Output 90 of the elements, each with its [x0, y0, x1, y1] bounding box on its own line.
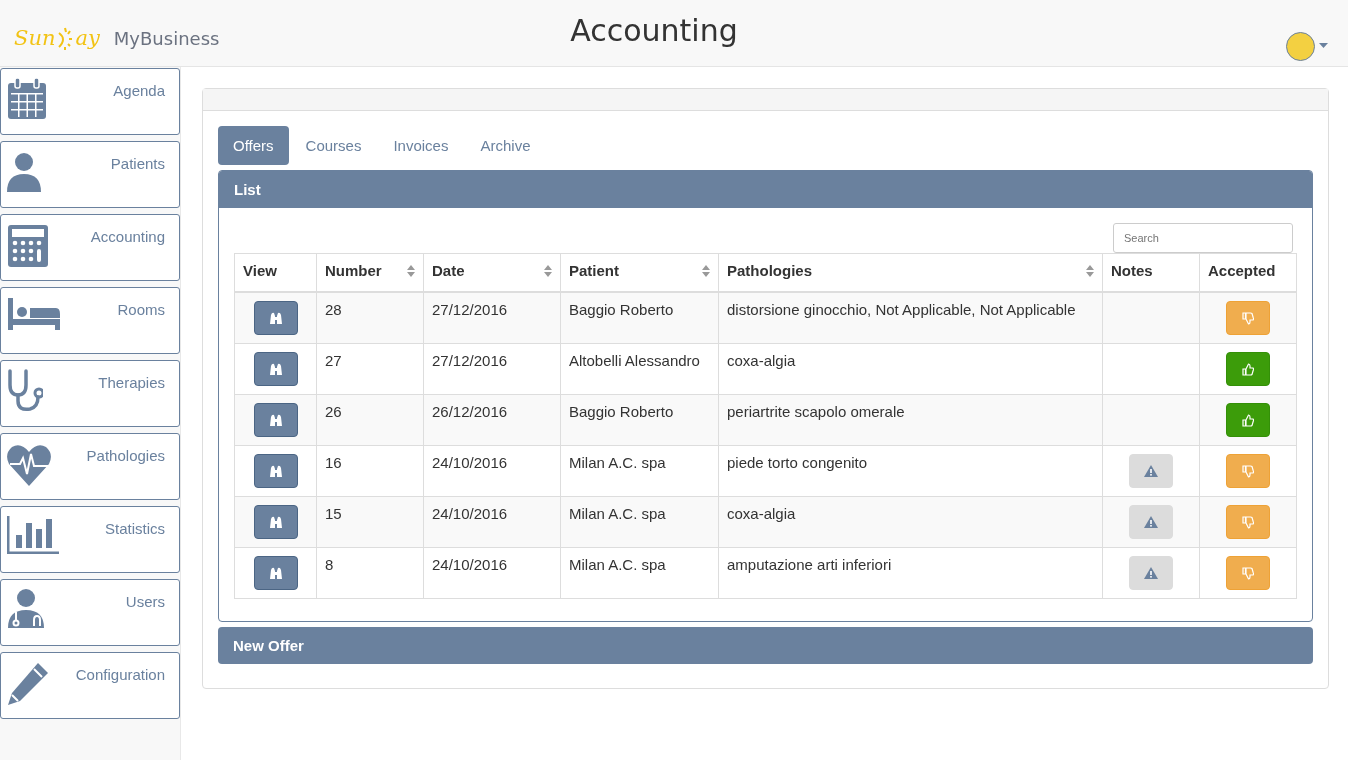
accept-button[interactable]: [1226, 352, 1270, 386]
tab[interactable]: Archive: [465, 126, 546, 165]
sidebar-item[interactable]: Accounting: [0, 214, 180, 281]
table-cell: Altobelli Alessandro: [560, 343, 719, 395]
sidebar-item[interactable]: Configuration: [0, 652, 180, 719]
table-cell: 27/12/2016: [423, 292, 561, 344]
table-cell: 8: [316, 547, 424, 599]
search-field[interactable]: Search: [1113, 223, 1293, 253]
new-offer-header[interactable]: New Offer: [218, 627, 1313, 664]
binoculars-icon: [268, 414, 283, 426]
logo-text: ay: [75, 26, 100, 50]
sidebar-item[interactable]: Statistics: [0, 506, 180, 573]
table-cell: 15: [316, 496, 424, 548]
page-title: Accounting: [570, 12, 738, 48]
binoculars-icon: [268, 312, 283, 324]
warning-icon: [1144, 516, 1158, 528]
view-button[interactable]: [253, 403, 298, 437]
table-cell: Milan A.C. spa: [560, 445, 719, 497]
sort-icon: [702, 265, 710, 277]
table-cell: 27: [316, 343, 424, 395]
notes-button[interactable]: [1129, 505, 1173, 539]
user-avatar[interactable]: [1286, 31, 1315, 61]
table-cell: periartrite scapolo omerale: [718, 394, 1103, 446]
table-cell: Baggio Roberto: [560, 292, 719, 344]
heartbeat-icon: [6, 442, 52, 487]
sidebar-item[interactable]: Users: [0, 579, 180, 646]
panel-title: List: [219, 171, 1312, 208]
pencil-icon: [6, 661, 50, 707]
notes-button[interactable]: [1129, 454, 1173, 488]
sort-icon: [544, 265, 552, 277]
doctor-icon: [6, 588, 46, 629]
table-cell: Milan A.C. spa: [560, 496, 719, 548]
notes-button[interactable]: [1129, 556, 1173, 590]
table-cell: coxa-algia: [718, 496, 1103, 548]
sun-icon: [56, 25, 75, 51]
calendar-icon: [6, 77, 48, 120]
binoculars-icon: [268, 465, 283, 477]
view-button[interactable]: [253, 505, 298, 539]
thumbs-down-icon: [1242, 464, 1254, 478]
table-cell: 27/12/2016: [423, 343, 561, 395]
view-button[interactable]: [253, 556, 298, 590]
warning-icon: [1144, 465, 1158, 477]
sidebar-item[interactable]: Patients: [0, 141, 180, 208]
binoculars-icon: [268, 567, 283, 579]
sidebar-item[interactable]: Agenda: [0, 68, 180, 135]
view-button[interactable]: [253, 454, 298, 488]
tab[interactable]: Invoices: [378, 126, 464, 165]
warning-icon: [1144, 567, 1158, 579]
table-cell: 26/12/2016: [423, 394, 561, 446]
accept-button[interactable]: [1226, 403, 1270, 437]
sort-icon: [407, 265, 415, 277]
table-cell: distorsione ginocchio, Not Applicable, Not Applicable: [718, 292, 1103, 344]
table-cell: 28: [316, 292, 424, 344]
table-cell: piede torto congenito: [718, 445, 1103, 497]
table-cell: 24/10/2016: [423, 547, 561, 599]
sort-icon: [1086, 265, 1094, 277]
reject-button[interactable]: [1226, 556, 1270, 590]
thumbs-down-icon: [1242, 566, 1254, 580]
bed-icon: [6, 296, 61, 331]
sidebar-item[interactable]: Rooms: [0, 287, 180, 354]
binoculars-icon: [268, 363, 283, 375]
bar-chart-icon: [6, 515, 60, 555]
thumbs-down-icon: [1242, 515, 1254, 529]
thumbs-down-icon: [1242, 311, 1254, 325]
reject-button[interactable]: [1226, 301, 1270, 335]
table-cell: 16: [316, 445, 424, 497]
sidebar-item[interactable]: Pathologies: [0, 433, 180, 500]
stethoscope-icon: [6, 369, 43, 413]
table-cell: 24/10/2016: [423, 496, 561, 548]
calculator-icon: [6, 223, 50, 269]
sidebar-item[interactable]: Therapies: [0, 360, 180, 427]
table-cell: coxa-algia: [718, 343, 1103, 395]
table-cell: Baggio Roberto: [560, 394, 719, 446]
app-name: MyBusiness: [113, 27, 220, 49]
reject-button[interactable]: [1226, 505, 1270, 539]
thumbs-up-icon: [1242, 413, 1254, 427]
view-button[interactable]: [253, 301, 298, 335]
reject-button[interactable]: [1226, 454, 1270, 488]
binoculars-icon: [268, 516, 283, 528]
tab[interactable]: Courses: [290, 126, 377, 165]
thumbs-up-icon: [1242, 362, 1254, 376]
tab[interactable]: Offers: [218, 126, 289, 165]
person-icon: [6, 150, 42, 193]
table-cell: Milan A.C. spa: [560, 547, 719, 599]
logo-text: Sun: [14, 26, 56, 50]
caret-icon: [1319, 43, 1328, 49]
table-cell: amputazione arti inferiori: [718, 547, 1103, 599]
table-cell: 26: [316, 394, 424, 446]
table-cell: 24/10/2016: [423, 445, 561, 497]
view-button[interactable]: [253, 352, 298, 386]
